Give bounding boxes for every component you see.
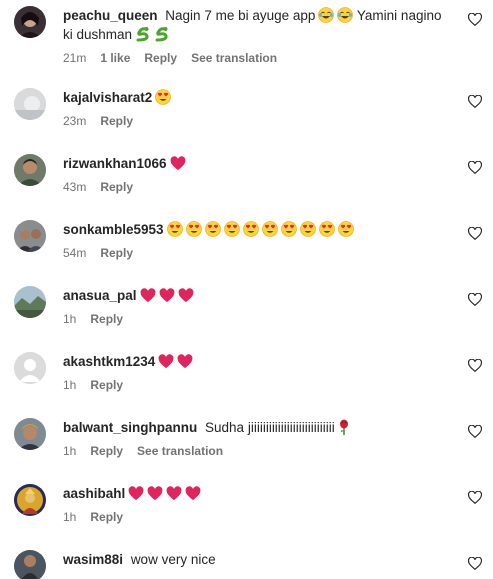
reply-button[interactable]: Reply <box>90 444 123 458</box>
comment-meta: 1h Reply <box>63 311 453 327</box>
comment-text: akashtkm1234 <box>63 352 453 371</box>
reply-button[interactable]: Reply <box>100 246 133 260</box>
red-heart-emoji <box>185 486 201 501</box>
red-heart-emoji <box>140 288 156 303</box>
comment-text: kajalvisharat2 <box>63 88 453 107</box>
reply-button[interactable]: Reply <box>90 312 123 326</box>
comment-username[interactable]: balwant_singhpannu <box>63 420 197 435</box>
heart-eyes-emoji <box>299 221 316 237</box>
avatar[interactable] <box>14 220 46 252</box>
avatar[interactable] <box>14 154 46 186</box>
comment-time: 1h <box>63 312 77 326</box>
rose-emoji <box>338 419 350 435</box>
comment-username[interactable]: akashtkm1234 <box>63 354 155 369</box>
red-heart-emoji <box>166 486 182 501</box>
comment-username[interactable]: sonkamble5953 <box>63 222 164 237</box>
avatar[interactable] <box>14 484 46 516</box>
comment-time: 54m <box>63 246 87 260</box>
comment-text: sonkamble5953 <box>63 220 453 239</box>
comment-item: peachu_queen Nagin 7 me bi ayuge app Yam… <box>0 6 493 66</box>
avatar[interactable] <box>14 418 46 450</box>
comment-item: anasua_pal 1h Reply <box>0 286 493 330</box>
comment-username[interactable]: anasua_pal <box>63 288 137 303</box>
comment-text: wasim88i wow very nice <box>63 552 216 567</box>
heart-outline-icon[interactable] <box>468 227 482 240</box>
comment-text: balwant_singhpannu Sudha jiiiiiiiiiiiiii… <box>63 418 453 437</box>
heart-eyes-emoji <box>261 221 278 237</box>
comment-username[interactable]: aashibahl <box>63 486 125 501</box>
avatar[interactable] <box>14 286 46 318</box>
comment-username[interactable]: rizwankhan1066 <box>63 156 167 171</box>
comment-meta: 43m Reply <box>63 179 453 195</box>
tears-of-joy-emoji <box>337 7 354 23</box>
heart-eyes-emoji <box>204 221 221 237</box>
comment-text: rizwankhan1066 <box>63 154 453 173</box>
see-translation-button[interactable]: See translation <box>191 51 277 65</box>
avatar[interactable] <box>14 88 46 120</box>
red-heart-emoji <box>170 156 186 171</box>
heart-eyes-emoji <box>318 221 335 237</box>
comment-time: 1h <box>63 378 77 392</box>
comment-item: kajalvisharat2 23m Reply <box>0 88 493 132</box>
comment-meta: 1h Reply <box>63 377 453 393</box>
comment-text: aashibahl <box>63 484 453 503</box>
comment-time: 1h <box>63 510 77 524</box>
snake-emoji <box>154 26 170 42</box>
likes-count[interactable]: 1 like <box>100 51 130 65</box>
red-heart-emoji <box>178 288 194 303</box>
red-heart-emoji <box>177 354 193 369</box>
reply-button[interactable]: Reply <box>144 51 177 65</box>
tears-of-joy-emoji <box>318 7 335 23</box>
heart-outline-icon[interactable] <box>468 13 482 26</box>
reply-button[interactable]: Reply <box>100 114 133 128</box>
heart-outline-icon[interactable] <box>468 491 482 504</box>
heart-outline-icon[interactable] <box>468 557 482 570</box>
comment-item: balwant_singhpannu Sudha jiiiiiiiiiiiiii… <box>0 418 493 462</box>
heart-outline-icon[interactable] <box>468 161 482 174</box>
heart-eyes-emoji <box>242 221 259 237</box>
comment-text: anasua_pal <box>63 286 453 305</box>
comment-time: 43m <box>63 180 87 194</box>
comment-username[interactable]: kajalvisharat2 <box>63 90 152 105</box>
heart-eyes-emoji <box>337 221 354 237</box>
comment-username[interactable]: peachu_queen <box>63 8 158 23</box>
avatar[interactable] <box>14 352 46 384</box>
comment-meta: 21m 1 like Reply See translation <box>63 50 453 66</box>
heart-outline-icon[interactable] <box>468 95 482 108</box>
avatar[interactable] <box>14 6 46 38</box>
snake-emoji <box>135 26 151 42</box>
comment-item: akashtkm1234 1h Reply <box>0 352 493 396</box>
comment-meta: 54m Reply <box>63 245 453 261</box>
comment-item: rizwankhan1066 43m Reply <box>0 154 493 198</box>
heart-outline-icon[interactable] <box>468 359 482 372</box>
comment-item: aashibahl 1h Reply <box>0 484 493 528</box>
heart-eyes-emoji <box>280 221 297 237</box>
see-translation-button[interactable]: See translation <box>137 444 223 458</box>
red-heart-emoji <box>147 486 163 501</box>
comments-list: peachu_queen Nagin 7 me bi ayuge app Yam… <box>0 0 493 579</box>
red-heart-emoji <box>158 354 174 369</box>
reply-button[interactable]: Reply <box>90 378 123 392</box>
comment-username[interactable]: wasim88i <box>63 552 123 567</box>
heart-eyes-emoji <box>166 221 183 237</box>
heart-outline-icon[interactable] <box>468 293 482 306</box>
red-heart-emoji <box>128 486 144 501</box>
comment-meta: 23m Reply <box>63 113 453 129</box>
red-heart-emoji <box>159 288 175 303</box>
heart-eyes-emoji <box>223 221 240 237</box>
heart-eyes-emoji <box>185 221 202 237</box>
comment-time: 23m <box>63 114 87 128</box>
comment-item: sonkamble5953 54m Reply <box>0 220 493 264</box>
reply-button[interactable]: Reply <box>90 510 123 524</box>
comment-text: peachu_queen Nagin 7 me bi ayuge app Yam… <box>63 7 442 42</box>
avatar[interactable] <box>14 550 46 579</box>
comment-meta: 1h Reply See translation <box>63 443 453 459</box>
comment-time: 1h <box>63 444 77 458</box>
heart-outline-icon[interactable] <box>468 425 482 438</box>
comment-item: wasim88i wow very nice <box>0 550 493 579</box>
heart-eyes-emoji <box>155 89 172 105</box>
comment-time: 21m <box>63 51 87 65</box>
comment-meta: 1h Reply <box>63 509 453 525</box>
reply-button[interactable]: Reply <box>100 180 133 194</box>
